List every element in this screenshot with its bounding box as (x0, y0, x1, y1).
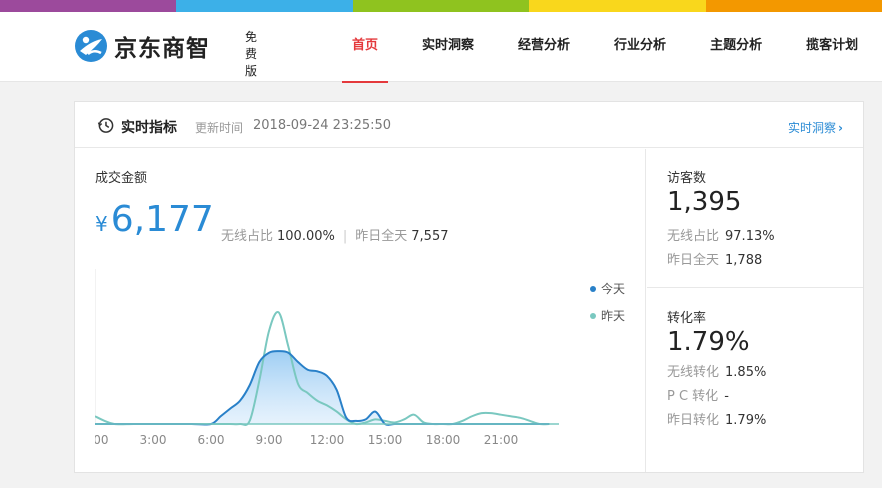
realtime-insight-link-label: 实时洞察 (788, 121, 837, 135)
visitors-wireless-label: 无线占比 (667, 229, 720, 244)
legend-label-today[interactable]: 今天 (601, 281, 625, 296)
x-tick-label: 0:00 (95, 433, 108, 447)
nav-item-5[interactable]: 揽客计划 (784, 12, 880, 82)
legend-dot-yesterday (590, 313, 596, 319)
strip-seg (176, 0, 353, 12)
strip-seg (0, 0, 177, 12)
x-tick-label: 12:00 (310, 433, 345, 447)
x-tick-label: 6:00 (198, 433, 225, 447)
conversion-label: 转化率 (667, 311, 707, 326)
conversion-wireless-value: 1.85% (725, 365, 767, 380)
nav-item-3[interactable]: 行业分析 (592, 12, 688, 82)
sales-panel: 成交金额 ¥ 6,177 无线占比100.00% | 昨日全天7,557 0:00 3… (75, 149, 646, 472)
wireless-share-value: 100.00% (277, 229, 335, 244)
conversion-wireless-label: 无线转化 (667, 365, 720, 380)
history-clock-icon (97, 118, 114, 133)
conversion-wireless-row: 无线转化 1.85% (667, 361, 766, 380)
x-tick-label: 21:00 (484, 433, 519, 447)
conversion-pc-value: - (724, 389, 729, 404)
update-time-value: 2018-09-24 23:25:50 (253, 118, 392, 133)
legend-dot-today (590, 286, 596, 292)
visitors-block: 访客数 1,395 无线占比 97.13% 昨日全天 1,788 (647, 149, 863, 288)
legend-label-yesterday[interactable]: 昨天 (601, 309, 625, 323)
visitors-wireless-row: 无线占比 97.13% (667, 225, 775, 244)
divider: | (342, 229, 348, 244)
top-color-strip (0, 0, 882, 12)
sales-label: 成交金额 (95, 171, 148, 186)
sales-trend-chart: 0:00 3:00 6:00 9:00 12:00 15:00 18:00 21:00 今天昨天 (95, 269, 625, 447)
sales-sub-stats: 无线占比 100.00% | 昨日全天 7,557 (221, 225, 448, 244)
sales-value: 6,177 (110, 199, 214, 240)
nav-item-0[interactable]: 首页 (330, 12, 400, 83)
sales-amount: ¥ 6,177 (95, 199, 214, 240)
top-header: 京东商智 免费版 首页实时洞察经营分析行业分析主题分析揽客计划知 (0, 12, 882, 83)
visitors-yesterday-label: 昨日全天 (667, 253, 720, 268)
conversion-block: 转化率 1.79% 无线转化 1.85% P C 转化 - 昨日转化 1.79% (647, 289, 863, 472)
realtime-metrics-card: 实时指标 更新时间 2018-09-24 23:25:50 实时洞察 › 成交金额… (74, 101, 864, 473)
conversion-yesterday-label: 昨日转化 (667, 413, 720, 428)
main-nav: 首页实时洞察经营分析行业分析主题分析揽客计划知 (330, 12, 882, 83)
nav-item-1[interactable]: 实时洞察 (400, 12, 496, 82)
wireless-share-label: 无线占比 (221, 229, 274, 244)
visitors-value: 1,395 (667, 187, 742, 217)
x-tick-label: 9:00 (256, 433, 283, 447)
x-tick-label: 15:00 (368, 433, 403, 447)
update-time-label: 更新时间 (195, 121, 244, 135)
x-tick-label: 18:00 (426, 433, 461, 447)
currency-symbol: ¥ (95, 212, 108, 236)
x-tick-label: 3:00 (140, 433, 167, 447)
visitors-label: 访客数 (667, 171, 707, 186)
nav-item-4[interactable]: 主题分析 (688, 12, 784, 82)
yesterday-total-value: 7,557 (411, 229, 449, 244)
visitors-wireless-value: 97.13% (725, 229, 775, 244)
jd-logo-icon (75, 30, 107, 62)
strip-seg (705, 0, 882, 12)
edition-badge: 免费版 (245, 30, 258, 78)
conversion-yesterday-row: 昨日转化 1.79% (667, 409, 766, 428)
conversion-yesterday-value: 1.79% (725, 413, 767, 428)
chevron-right-icon: › (838, 121, 843, 135)
panel-title: 实时指标 (121, 120, 177, 136)
conversion-value: 1.79% (667, 327, 750, 357)
strip-seg (529, 0, 706, 12)
realtime-insight-link[interactable]: 实时洞察 › (788, 119, 843, 136)
visitors-yesterday-row: 昨日全天 1,788 (667, 249, 762, 268)
side-metrics: 访客数 1,395 无线占比 97.13% 昨日全天 1,788 转化率 1.79%… (647, 149, 863, 472)
card-header: 实时指标 更新时间 2018-09-24 23:25:50 实时洞察 › (75, 102, 863, 148)
brand-logo[interactable]: 京东商智 免费版 (74, 28, 257, 78)
conversion-pc-row: P C 转化 - (667, 385, 729, 404)
conversion-pc-label: P C 转化 (667, 389, 719, 404)
nav-item-2[interactable]: 经营分析 (496, 12, 592, 82)
strip-seg (352, 0, 530, 12)
brand-name: 京东商智 (114, 36, 210, 62)
visitors-yesterday-value: 1,788 (725, 253, 763, 268)
yesterday-total-label: 昨日全天 (355, 229, 408, 244)
